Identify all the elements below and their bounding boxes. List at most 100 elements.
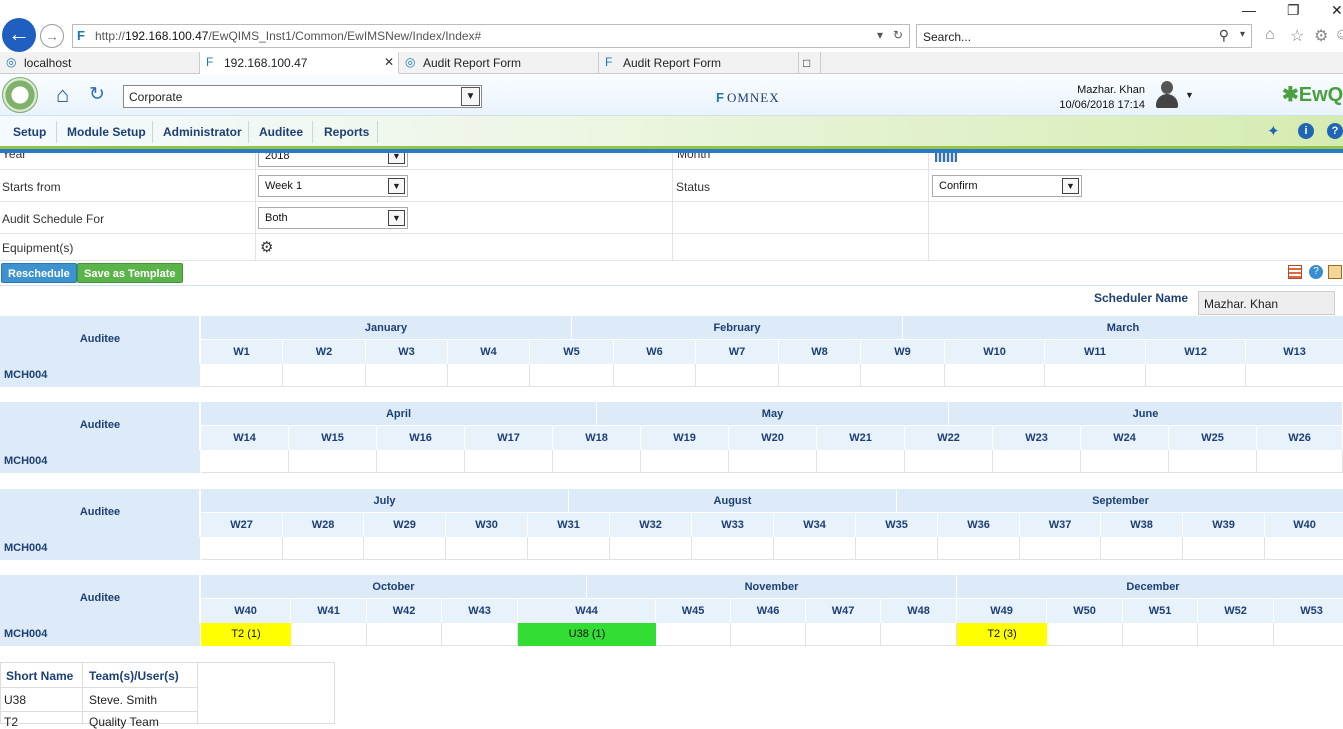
refresh-icon[interactable]: ↻ [89, 85, 105, 105]
schedule-cell[interactable] [945, 364, 1045, 387]
menu-administrator[interactable]: Administrator [163, 125, 242, 139]
schedule-cell[interactable] [1101, 537, 1183, 560]
schedule-cell[interactable] [446, 537, 528, 560]
schedule-cell[interactable] [530, 364, 614, 387]
schedule-cell[interactable] [465, 450, 553, 473]
schedule-cell[interactable] [1265, 537, 1343, 560]
schedule-cell[interactable] [553, 450, 641, 473]
home-page-icon[interactable]: ⌂ [1265, 26, 1275, 44]
schedule-cell[interactable] [377, 450, 465, 473]
tab-audit-report-2[interactable]: F Audit Report Form [599, 52, 799, 74]
minimize-icon[interactable]: — [1242, 2, 1256, 18]
back-button[interactable]: ← [2, 18, 36, 52]
schedule-cell[interactable] [1047, 623, 1123, 646]
schedule-cell[interactable] [1045, 364, 1146, 387]
schedule-cell[interactable] [696, 364, 779, 387]
search-icon[interactable]: ⚲ [1219, 27, 1229, 44]
schedule-cell[interactable] [881, 623, 957, 646]
forward-button[interactable]: → [40, 24, 64, 48]
menu-module-setup[interactable]: Module Setup [67, 125, 146, 139]
schedule-cell[interactable] [614, 364, 696, 387]
schedule-cell[interactable] [729, 450, 817, 473]
gear-icon[interactable]: ⚙ [260, 238, 273, 256]
schedule-cell[interactable] [1183, 537, 1265, 560]
pin-icon[interactable]: ✦ [1267, 122, 1280, 140]
smiley-icon[interactable]: ☺ [1334, 26, 1343, 44]
schedule-cell[interactable] [656, 623, 731, 646]
schedule-cell[interactable] [938, 537, 1020, 560]
schedule-cell[interactable] [1198, 623, 1274, 646]
schedule-cell[interactable] [1246, 364, 1343, 387]
audit-event[interactable]: U38 (1) [518, 623, 656, 646]
year-select[interactable]: 2018 ▼ [258, 153, 408, 167]
calendar-view-icon[interactable] [1288, 265, 1302, 279]
schedule-cell[interactable] [1146, 364, 1246, 387]
schedule-cell[interactable] [201, 450, 289, 473]
scheduler-name-field[interactable]: Mazhar. Khan [1198, 291, 1335, 315]
schedule-cell[interactable] [528, 537, 610, 560]
schedule-cell[interactable] [1123, 623, 1198, 646]
schedule-cell[interactable] [366, 364, 448, 387]
home-icon[interactable]: ⌂ [56, 84, 69, 106]
tab-current[interactable]: F 192.168.100.47 ✕ [200, 52, 399, 74]
schedule-cell[interactable] [283, 537, 364, 560]
starts-from-select[interactable]: Week 1 ▼ [258, 175, 408, 197]
new-tab-button[interactable]: □ [799, 52, 821, 74]
tab-localhost[interactable]: ◎ localhost [0, 52, 200, 74]
schedule-cell[interactable] [779, 364, 861, 387]
restore-icon[interactable]: ❐ [1287, 2, 1300, 19]
schedule-cell[interactable] [367, 623, 442, 646]
help-icon[interactable]: ? [1327, 123, 1343, 139]
schedule-cell[interactable] [201, 364, 283, 387]
schedule-cell[interactable] [817, 450, 905, 473]
url-dropdown-icon[interactable]: ▾ [877, 28, 883, 42]
schedule-cell[interactable] [1020, 537, 1101, 560]
schedule-cell[interactable] [692, 537, 774, 560]
search-dropdown-icon[interactable]: ▾ [1240, 29, 1245, 40]
schedule-cell[interactable] [774, 537, 856, 560]
site-select[interactable]: Corporate ▼ [123, 85, 482, 108]
tab-audit-report-1[interactable]: ◎ Audit Report Form [399, 52, 599, 74]
schedule-cell[interactable] [641, 450, 729, 473]
save-as-template-button[interactable]: Save as Template [77, 263, 183, 283]
schedule-cell[interactable] [448, 364, 530, 387]
schedule-cell[interactable] [1169, 450, 1257, 473]
list-view-icon[interactable] [1328, 265, 1342, 279]
menu-reports[interactable]: Reports [324, 125, 369, 139]
settings-gear-icon[interactable]: ⚙ [1314, 26, 1328, 46]
schedule-cell[interactable] [905, 450, 993, 473]
avatar[interactable] [1153, 80, 1181, 110]
refresh-page-icon[interactable]: ↻ [893, 28, 903, 42]
schedule-cell[interactable] [806, 623, 881, 646]
browser-search-input[interactable]: Search... ⚲ ▾ [916, 24, 1252, 48]
schedule-cell[interactable] [201, 537, 283, 560]
reschedule-button[interactable]: Reschedule [1, 263, 77, 283]
schedule-cell[interactable] [283, 364, 366, 387]
schedule-cell[interactable] [993, 450, 1081, 473]
menu-setup[interactable]: Setup [13, 125, 46, 139]
address-bar[interactable]: F http://192.168.100.47/EwQIMS_Inst1/Com… [72, 24, 910, 48]
help-bubble-icon[interactable]: ? [1309, 265, 1323, 279]
schedule-cell[interactable] [856, 537, 938, 560]
schedule-cell[interactable] [291, 623, 367, 646]
schedule-cell[interactable] [364, 537, 446, 560]
status-select[interactable]: Confirm ▼ [932, 175, 1082, 197]
user-menu-chevron-icon[interactable]: ▼ [1185, 90, 1194, 100]
menu-auditee[interactable]: Auditee [259, 125, 303, 139]
info-icon[interactable]: i [1298, 123, 1314, 139]
audit-schedule-for-select[interactable]: Both ▼ [258, 207, 408, 229]
schedule-cell[interactable] [610, 537, 692, 560]
close-tab-icon[interactable]: ✕ [384, 55, 394, 69]
schedule-cell[interactable] [861, 364, 945, 387]
audit-event[interactable]: T2 (1) [201, 623, 291, 646]
app-logo-icon[interactable] [2, 77, 38, 113]
schedule-cell[interactable] [1274, 623, 1343, 646]
calendar-icon[interactable] [935, 153, 957, 162]
audit-event[interactable]: T2 (3) [957, 623, 1047, 646]
favorites-star-icon[interactable]: ☆ [1290, 26, 1304, 46]
schedule-cell[interactable] [289, 450, 377, 473]
schedule-cell[interactable] [1257, 450, 1343, 473]
close-window-icon[interactable]: ✕ [1331, 2, 1343, 19]
schedule-cell[interactable] [442, 623, 518, 646]
schedule-cell[interactable] [731, 623, 806, 646]
